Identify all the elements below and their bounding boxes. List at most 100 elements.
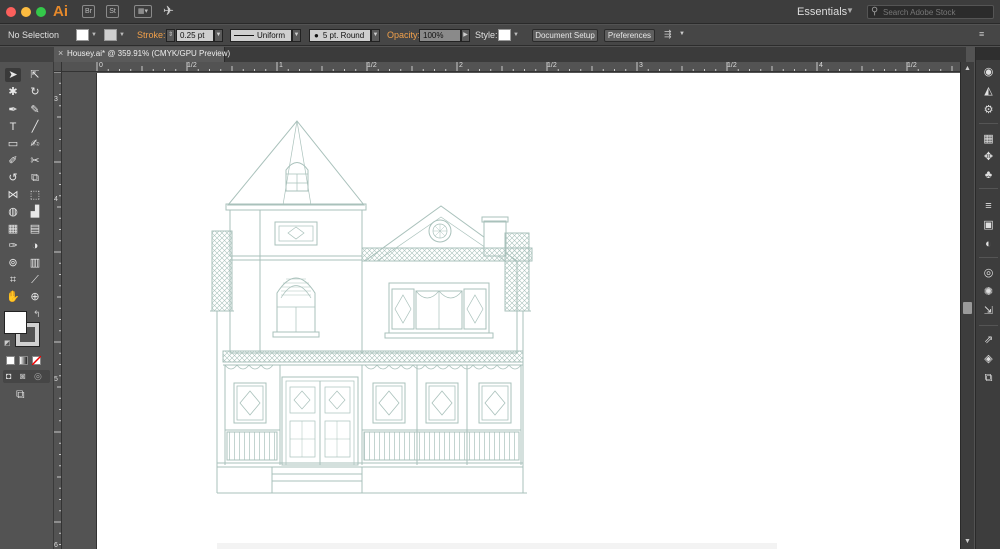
ruler-origin[interactable] <box>54 62 62 72</box>
shape-builder-tool-icon[interactable]: ◍ <box>5 205 21 219</box>
workspace-switcher[interactable]: Essentials <box>797 6 847 18</box>
draw-normal-icon[interactable]: ◘ <box>6 371 11 381</box>
document-setup-button[interactable]: Document Setup <box>532 29 598 42</box>
column-graph-tool-icon[interactable]: ▥ <box>27 256 43 270</box>
color-guide-icon[interactable]: ◭ <box>982 85 995 98</box>
house-illustration[interactable] <box>97 73 960 549</box>
transparency-icon[interactable]: ◐ <box>982 238 995 251</box>
artboards-icon[interactable]: ⧉ <box>982 372 995 385</box>
stroke-label[interactable]: Stroke: <box>137 30 166 40</box>
color-panel-icon[interactable]: ◉ <box>982 66 995 79</box>
artboard-tool-icon[interactable]: ⌗ <box>5 273 21 287</box>
rectangle-tool-icon[interactable]: ▭ <box>5 137 21 151</box>
symbol-sprayer-tool-icon[interactable]: ⊚ <box>5 256 21 270</box>
brushes-icon[interactable]: ✥ <box>982 151 995 164</box>
asset-export-icon[interactable]: ⇲ <box>982 305 995 318</box>
close-window-button[interactable] <box>6 7 16 17</box>
close-tab-icon[interactable]: × <box>58 48 63 58</box>
scroll-down-icon[interactable]: ▼ <box>964 538 971 545</box>
width-tool-icon[interactable]: ⋈ <box>5 188 21 202</box>
stroke-weight-dropdown-icon[interactable]: ▼ <box>214 29 223 42</box>
document-tab[interactable]: × Housey.ai* @ 359.91% (CMYK/GPU Preview… <box>54 47 230 62</box>
color-mode-icon[interactable] <box>6 356 15 365</box>
eyedropper-tool-icon[interactable]: ✑ <box>5 239 21 253</box>
shaper-tool-icon[interactable]: ✐ <box>5 154 21 168</box>
fill-dropdown-icon[interactable]: ▼ <box>90 29 98 41</box>
scale-tool-icon[interactable]: ⧉ <box>27 171 43 185</box>
opacity-label[interactable]: Opacity: <box>387 30 420 40</box>
zoom-tool-icon[interactable]: ⊕ <box>27 290 43 304</box>
selection-tool-icon[interactable]: ➤ <box>5 68 21 82</box>
gradient-tool-icon[interactable]: ▤ <box>27 222 43 236</box>
draw-inside-icon[interactable]: ◎ <box>34 371 42 382</box>
perspective-grid-tool-icon[interactable]: ▟ <box>27 205 43 219</box>
direct-selection-tool-icon[interactable]: ⇱ <box>27 68 43 82</box>
canvas[interactable] <box>62 73 960 549</box>
export-icon[interactable]: ⇗ <box>982 334 995 347</box>
stroke-weight-stepper[interactable]: ⇕ <box>166 29 175 42</box>
symbols-icon[interactable]: ♣ <box>982 169 995 182</box>
gradient-mode-icon[interactable] <box>19 356 28 365</box>
layers-icon[interactable]: ◈ <box>982 353 995 366</box>
minimize-window-button[interactable] <box>21 7 31 17</box>
stock-icon[interactable]: St <box>106 5 119 18</box>
brush-definition[interactable]: ● 5 pt. Round <box>309 29 371 42</box>
none-mode-icon[interactable] <box>32 356 41 365</box>
brush-dropdown-icon[interactable]: ▼ <box>371 29 380 42</box>
arrange-documents-icon[interactable]: ▦▾ <box>134 5 152 18</box>
gpu-performance-icon[interactable]: ✈ <box>163 3 174 19</box>
vertical-scrollbar[interactable]: ▲ ▼ <box>960 62 974 549</box>
stroke-panel-icon[interactable]: ≡ <box>982 200 995 213</box>
stroke-weight-field[interactable]: 0.25 pt <box>176 29 214 42</box>
vertical-ruler[interactable]: 3 4 5 6 <box>54 72 62 549</box>
free-transform-tool-icon[interactable]: ⬚ <box>27 188 43 202</box>
graphic-styles-icon[interactable]: ✺ <box>982 286 995 299</box>
libraries-icon[interactable]: ⚙ <box>982 104 995 117</box>
opacity-arrow-icon[interactable]: ▶ <box>461 29 470 42</box>
chevron-down-icon[interactable]: ▼ <box>846 6 854 15</box>
stroke-color-dropdown-icon[interactable]: ▼ <box>118 29 126 41</box>
opacity-field[interactable]: 100% <box>419 29 461 42</box>
panel-menu-icon[interactable]: ≡ <box>979 29 984 39</box>
draw-behind-icon[interactable]: ◙ <box>20 371 25 381</box>
artboard[interactable] <box>97 73 960 549</box>
paintbrush-tool-icon[interactable]: ✍ <box>27 137 43 151</box>
screen-mode-icon[interactable]: ⧉ <box>16 387 25 402</box>
appearance-icon[interactable]: ◎ <box>982 267 995 280</box>
line-segment-tool-icon[interactable]: ╱ <box>27 120 43 134</box>
stroke-swatch[interactable] <box>104 29 117 41</box>
zoom-window-button[interactable] <box>36 7 46 17</box>
rotate-tool-icon[interactable]: ↺ <box>5 171 21 185</box>
swatches-icon[interactable]: ▦ <box>982 133 995 146</box>
scroll-up-icon[interactable]: ▲ <box>964 65 971 72</box>
variable-width-profile[interactable]: Uniform <box>230 29 292 42</box>
dock-grip[interactable] <box>976 47 1000 60</box>
preferences-button[interactable]: Preferences <box>604 29 655 42</box>
profile-dropdown-icon[interactable]: ▼ <box>292 29 301 42</box>
tools-panel-grip[interactable] <box>0 47 54 62</box>
scrollbar-thumb[interactable] <box>963 302 972 314</box>
adobe-stock-search[interactable]: ⚲ <box>867 5 994 19</box>
default-colors-icon[interactable]: ◩ <box>4 339 11 347</box>
pen-tool-icon[interactable]: ✒ <box>5 103 21 117</box>
blend-tool-icon[interactable]: ◑ <box>27 239 43 253</box>
fill-swatch[interactable] <box>76 29 89 41</box>
bridge-icon[interactable]: Br <box>82 5 95 18</box>
search-input[interactable] <box>883 6 991 18</box>
curvature-tool-icon[interactable]: ✎ <box>27 103 43 117</box>
slice-tool-icon[interactable]: ⟋ <box>27 273 43 287</box>
type-tool-icon[interactable]: T <box>5 120 21 134</box>
graphic-style-dropdown-icon[interactable]: ▼ <box>512 29 520 41</box>
lasso-tool-icon[interactable]: ↻ <box>27 85 43 99</box>
swap-colors-icon[interactable]: ↰ <box>33 309 41 320</box>
fill-color-box[interactable] <box>4 311 27 334</box>
scissors-tool-icon[interactable]: ✂ <box>27 154 43 168</box>
arrange-dropdown-icon[interactable]: ▼ <box>679 31 685 37</box>
hand-tool-icon[interactable]: ✋ <box>5 290 21 304</box>
arrange-icon[interactable]: ⇶ <box>664 29 672 40</box>
graphic-style-swatch[interactable] <box>498 29 511 41</box>
magic-wand-tool-icon[interactable]: ✱ <box>5 85 21 99</box>
gradient-panel-icon[interactable]: ▣ <box>982 219 995 232</box>
horizontal-ruler[interactable]: 0 1/2 1 1/2 2 1/2 3 1/2 4 1/2 <box>62 62 960 72</box>
mesh-tool-icon[interactable]: ▦ <box>5 222 21 236</box>
